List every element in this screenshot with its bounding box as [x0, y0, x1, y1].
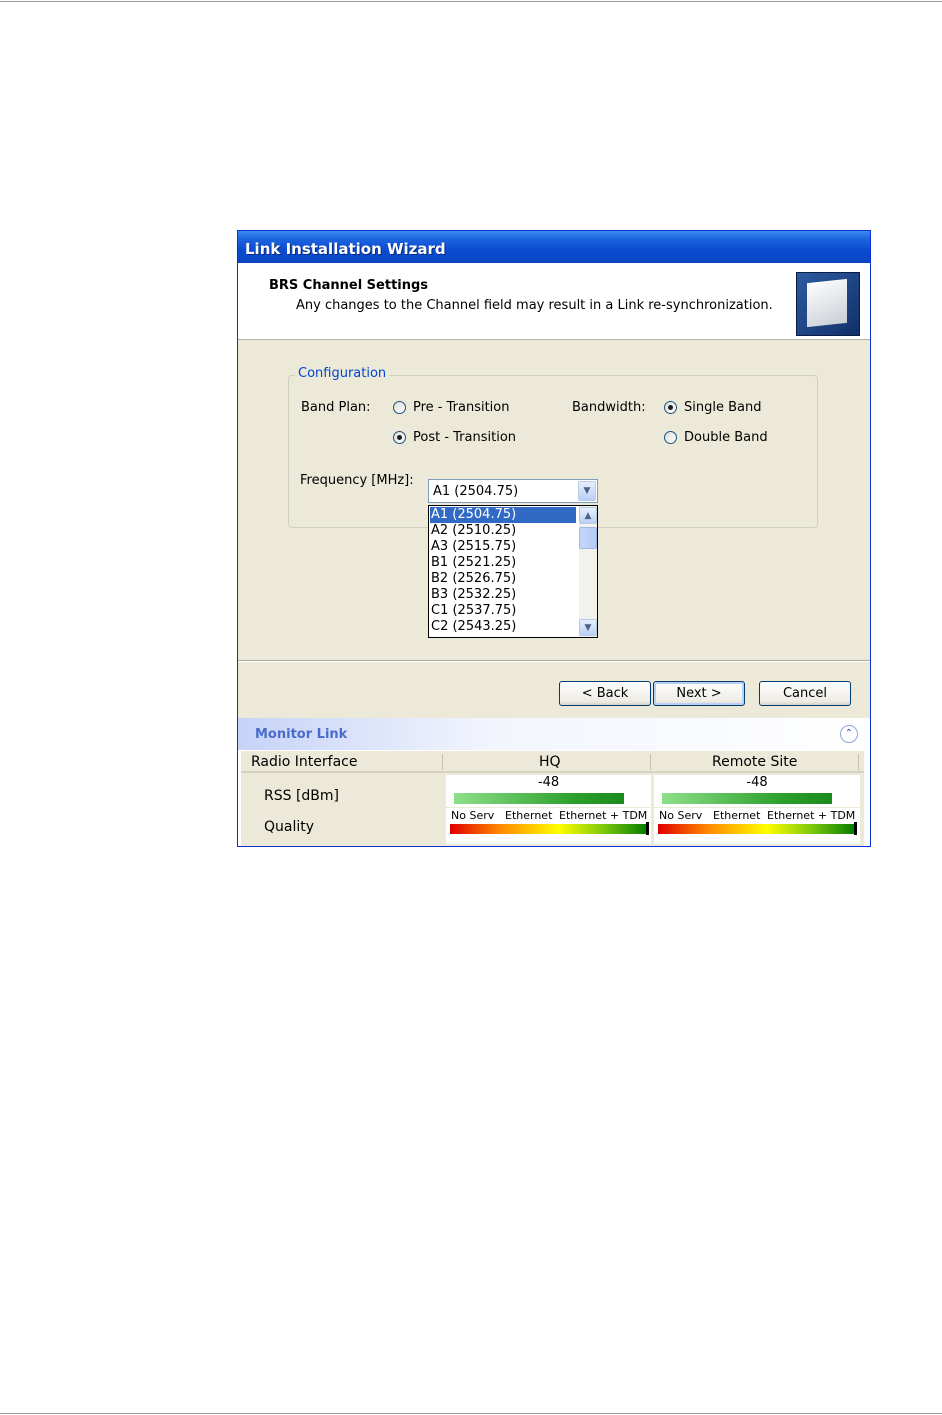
- double-band-label[interactable]: Double Band: [684, 430, 768, 445]
- page-title: BRS Channel Settings: [269, 278, 429, 293]
- scroll-up-icon[interactable]: ▲: [579, 507, 597, 524]
- remote-quality-cell: No Serv Ethernet Ethernet + TDM: [654, 808, 860, 844]
- hq-rss-cell: -48: [446, 775, 651, 807]
- remote-quality-no-serv: No Serv: [659, 809, 703, 822]
- rss-label: RSS [dBm]: [264, 788, 340, 804]
- column-remote-site: Remote Site: [712, 754, 798, 770]
- band-plan-label: Band Plan:: [301, 400, 371, 415]
- hq-rss-bar: [454, 793, 624, 804]
- cancel-button[interactable]: Cancel: [759, 681, 851, 706]
- single-band-label[interactable]: Single Band: [684, 400, 761, 415]
- hq-quality-no-serv: No Serv: [451, 809, 495, 822]
- remote-rss-cell: -48: [654, 775, 860, 807]
- page-bottom-rule: [0, 1413, 942, 1414]
- frequency-option[interactable]: B2 (2526.75): [430, 571, 576, 587]
- back-button[interactable]: < Back: [559, 681, 651, 706]
- title-bar[interactable]: Link Installation Wizard: [238, 231, 870, 263]
- remote-quality-bar: [658, 824, 856, 834]
- hq-quality-bar: [450, 824, 648, 834]
- remote-rss-value: -48: [746, 775, 768, 790]
- column-hq: HQ: [539, 754, 561, 770]
- hq-quality-cell: No Serv Ethernet Ethernet + TDM: [446, 808, 651, 844]
- hq-quality-marker: [646, 822, 649, 835]
- frequency-option[interactable]: B1 (2521.25): [430, 555, 576, 571]
- link-installation-wizard-window: Link Installation Wizard BRS Channel Set…: [237, 230, 871, 847]
- dropdown-scrollbar[interactable]: ▲ ▼: [579, 506, 597, 637]
- frequency-option[interactable]: A2 (2510.25): [430, 523, 576, 539]
- antenna-icon: [796, 272, 860, 336]
- hq-quality-ethernet: Ethernet: [505, 809, 553, 822]
- frequency-option[interactable]: A3 (2515.75): [430, 539, 576, 555]
- column-divider: [650, 754, 651, 770]
- button-area-divider-highlight: [238, 661, 870, 662]
- frequency-selected-value: A1 (2504.75): [433, 484, 519, 499]
- column-radio-interface: Radio Interface: [251, 754, 358, 770]
- frequency-option[interactable]: B3 (2532.25): [430, 587, 576, 603]
- remote-quality-ethernet-tdm: Ethernet + TDM: [767, 809, 856, 822]
- window-title: Link Installation Wizard: [245, 240, 446, 258]
- remote-quality-ethernet: Ethernet: [713, 809, 761, 822]
- hq-quality-ethernet-tdm: Ethernet + TDM: [559, 809, 648, 822]
- pre-transition-radio[interactable]: [393, 401, 406, 414]
- monitor-grid: Radio Interface HQ Remote Site RSS [dBm]…: [241, 751, 864, 846]
- monitor-link-title: Monitor Link: [255, 727, 348, 742]
- scroll-down-icon[interactable]: ▼: [579, 619, 597, 636]
- collapse-icon[interactable]: ⌃: [840, 725, 858, 743]
- frequency-option[interactable]: A1 (2504.75): [430, 507, 576, 523]
- quality-label: Quality: [264, 819, 315, 835]
- post-transition-label[interactable]: Post - Transition: [413, 430, 516, 445]
- frequency-dropdown-list[interactable]: A1 (2504.75) A2 (2510.25) A3 (2515.75) B…: [428, 505, 598, 638]
- single-band-radio[interactable]: [664, 401, 677, 414]
- wizard-body: Configuration Band Plan: Pre - Transitio…: [238, 340, 870, 660]
- frequency-option[interactable]: C2 (2543.25): [430, 619, 576, 635]
- double-band-radio[interactable]: [664, 431, 677, 444]
- next-button[interactable]: Next >: [653, 681, 745, 706]
- monitor-link-header[interactable]: Monitor Link ⌃: [238, 718, 870, 750]
- monitor-grid-header: Radio Interface HQ Remote Site: [241, 751, 864, 773]
- remote-quality-marker: [854, 822, 857, 835]
- pre-transition-label[interactable]: Pre - Transition: [413, 400, 510, 415]
- frequency-option[interactable]: C1 (2537.75): [430, 603, 576, 619]
- frequency-combobox[interactable]: A1 (2504.75) ▼: [428, 479, 598, 503]
- page-subtitle: Any changes to the Channel field may res…: [296, 298, 773, 313]
- monitor-link-panel: Monitor Link ⌃ Radio Interface HQ Remote…: [238, 718, 870, 846]
- column-divider: [442, 754, 443, 770]
- wizard-header: BRS Channel Settings Any changes to the …: [238, 263, 870, 340]
- hq-rss-value: -48: [537, 775, 560, 790]
- bandwidth-label: Bandwidth:: [572, 400, 646, 415]
- frequency-label: Frequency [MHz]:: [300, 473, 414, 488]
- post-transition-radio[interactable]: [393, 431, 406, 444]
- chevron-down-icon[interactable]: ▼: [578, 481, 596, 501]
- column-divider: [858, 754, 859, 770]
- configuration-legend: Configuration: [295, 366, 390, 381]
- scroll-thumb[interactable]: [579, 527, 597, 549]
- page-top-rule: [0, 1, 942, 2]
- remote-rss-bar: [662, 793, 832, 804]
